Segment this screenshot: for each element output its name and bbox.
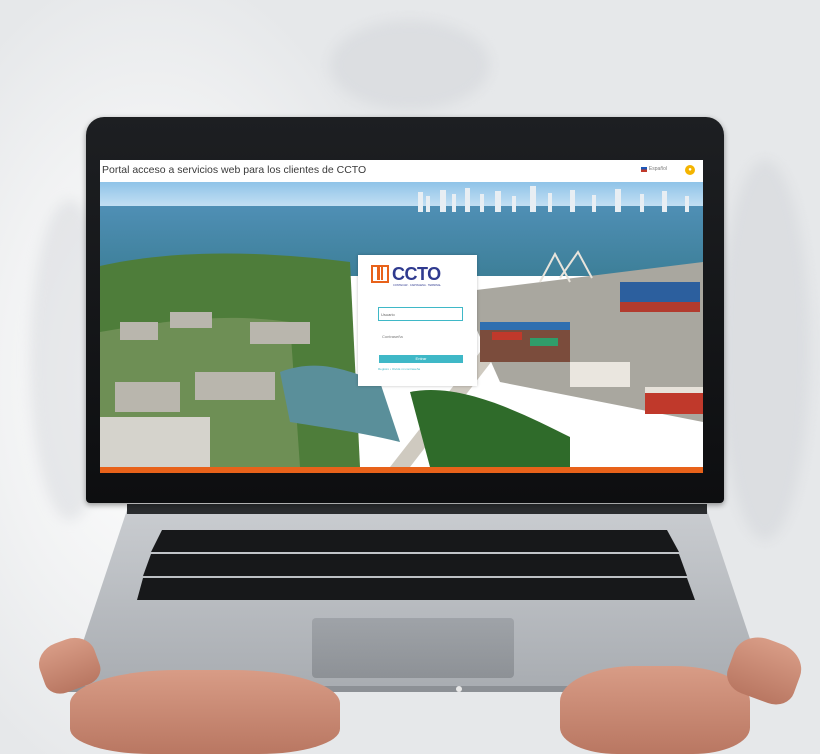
flag-icon xyxy=(640,166,647,172)
language-selector[interactable]: Español xyxy=(640,166,667,172)
user-icon[interactable]: ● xyxy=(685,165,695,175)
login-button[interactable]: Entrar xyxy=(379,355,463,363)
top-bar: Portal acceso a servicios web para los c… xyxy=(100,160,703,183)
ccto-logo: CCTO xyxy=(371,265,441,283)
power-indicator xyxy=(456,686,462,692)
page-title: Portal acceso a servicios web para los c… xyxy=(102,164,367,176)
logo-mark-icon xyxy=(371,265,389,283)
left-hand xyxy=(70,670,340,754)
shirt-collar xyxy=(330,20,490,110)
logo-subtitle: CONTECAR · CARTAGENA · TERMINAL xyxy=(393,284,441,287)
login-links[interactable]: Registro • Olvidé mi contraseña xyxy=(378,367,420,371)
shirt-fold-right xyxy=(720,160,810,540)
login-card: CCTO CONTECAR · CARTAGENA · TERMINAL Usu… xyxy=(358,255,477,386)
logo-text: CCTO xyxy=(392,264,441,284)
footer-strip xyxy=(100,467,703,473)
keyboard xyxy=(137,530,695,600)
laptop-screen: Portal acceso a servicios web para los c… xyxy=(100,160,703,473)
right-hand xyxy=(560,666,750,754)
language-label: Español xyxy=(648,166,667,172)
password-input[interactable]: Contraseña xyxy=(378,331,463,343)
touchpad xyxy=(312,618,514,678)
username-input[interactable]: Usuario xyxy=(378,307,463,321)
